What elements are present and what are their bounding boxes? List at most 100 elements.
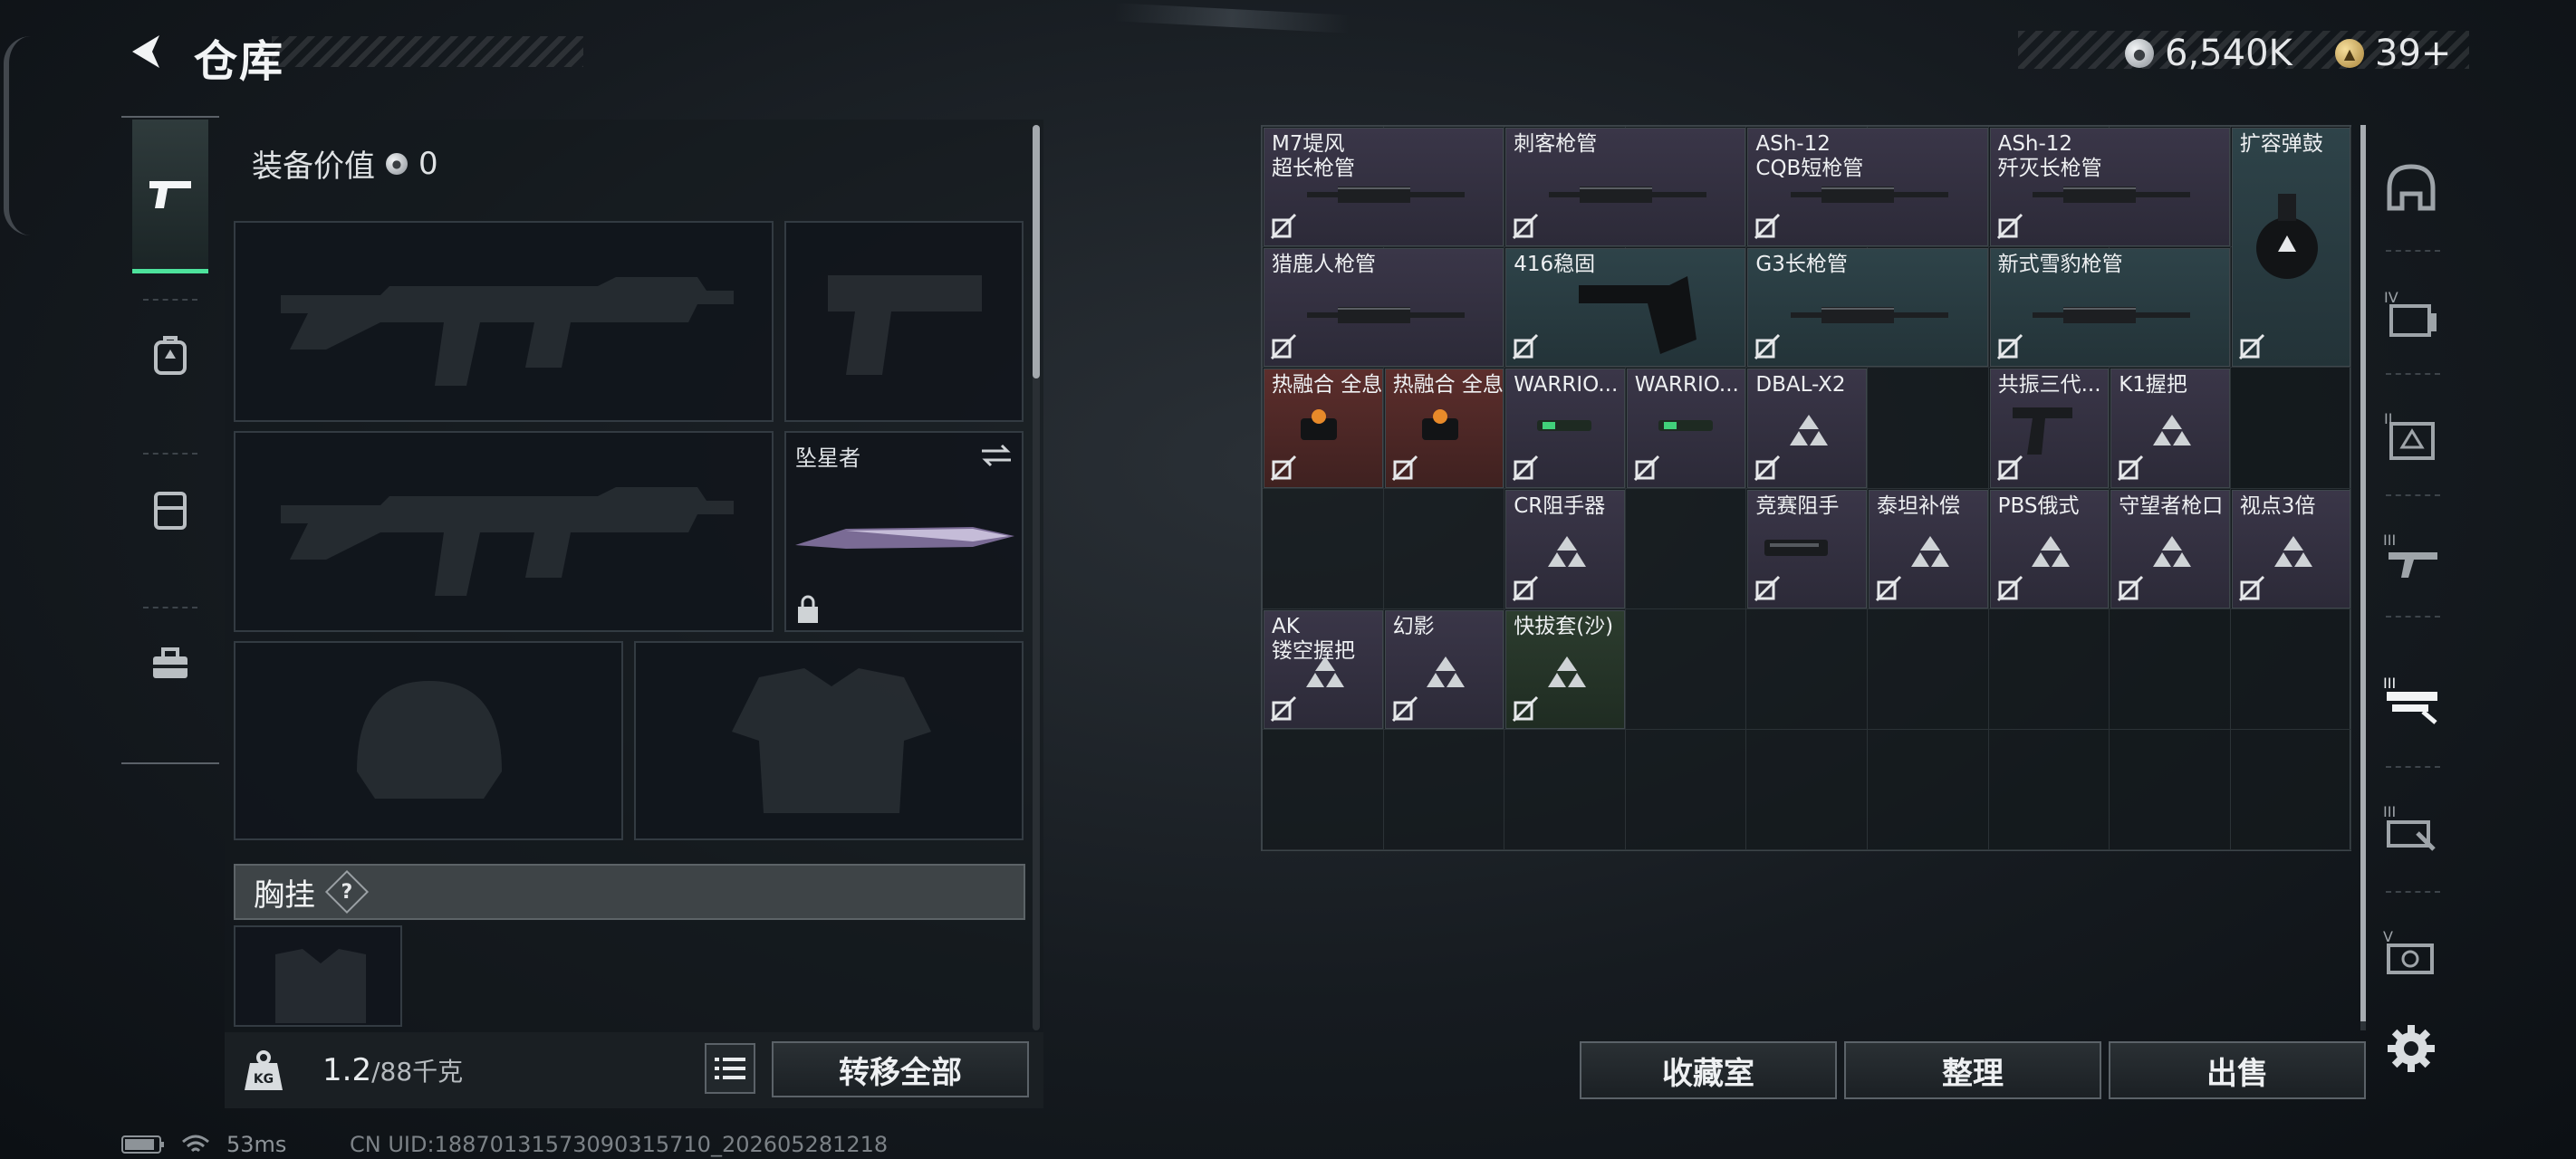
right-tab-tier5-gun[interactable]: V bbox=[2373, 915, 2449, 991]
equipment-value-label: 装备价值 bbox=[252, 148, 375, 185]
item-name: ASh-12 CQB短枪管 bbox=[1755, 132, 1864, 180]
inventory-item[interactable]: 新式雪豹枪管 bbox=[1989, 248, 2230, 368]
item-name: PBS俄式 bbox=[1997, 493, 2080, 518]
inventory-cell[interactable] bbox=[1625, 488, 1747, 609]
secondary-weapon-slot[interactable] bbox=[234, 431, 774, 632]
barrel-icon bbox=[2033, 187, 2191, 203]
inventory-cell[interactable] bbox=[2230, 368, 2352, 489]
organize-button[interactable]: 整理 bbox=[1844, 1041, 2101, 1099]
inventory-cell[interactable] bbox=[2110, 608, 2231, 730]
right-tab-tier2-container[interactable]: II bbox=[2373, 397, 2449, 473]
right-tab-tier3-attachment[interactable]: III bbox=[2373, 661, 2449, 737]
sell-button[interactable]: 出售 bbox=[2109, 1041, 2366, 1099]
swap-icon[interactable] bbox=[978, 442, 1014, 469]
inventory-item[interactable]: 热融合 全息 bbox=[1264, 369, 1383, 488]
inventory-item[interactable]: 猎鹿人枪管 bbox=[1264, 248, 1504, 368]
inventory-cell[interactable] bbox=[1868, 368, 1989, 489]
inventory-cell[interactable] bbox=[1625, 608, 1747, 730]
inventory-item[interactable]: 扩容弹鼓 bbox=[2231, 128, 2351, 368]
tab-vest[interactable] bbox=[132, 433, 208, 587]
unlocked-icon bbox=[1633, 455, 1659, 481]
inventory-item[interactable]: 416稳固 bbox=[1505, 248, 1746, 368]
inventory-item[interactable]: K1握把 bbox=[2110, 369, 2230, 488]
unlocked-icon bbox=[1996, 575, 2023, 601]
inventory-cell[interactable] bbox=[2230, 608, 2352, 730]
primary-weapon-slot[interactable] bbox=[234, 221, 774, 422]
silver-currency[interactable]: ● 6,540K bbox=[2125, 33, 2292, 74]
inventory-item[interactable]: WARRIO... bbox=[1505, 369, 1625, 488]
inventory-cell[interactable] bbox=[2110, 730, 2231, 851]
chest-rig-slot[interactable] bbox=[234, 925, 402, 1027]
helmet-icon bbox=[2387, 164, 2436, 211]
inventory-cell[interactable] bbox=[1504, 730, 1626, 851]
unlocked-icon bbox=[1513, 575, 1539, 601]
tab-toolbox[interactable] bbox=[132, 587, 208, 741]
inventory-item[interactable]: 共振三代... bbox=[1989, 369, 2110, 488]
inventory-cell[interactable] bbox=[1988, 608, 2110, 730]
inventory-cell[interactable] bbox=[1383, 730, 1505, 851]
tier-label: IV bbox=[2384, 289, 2398, 306]
weight-readout: 1.2/88千克 bbox=[322, 1052, 463, 1088]
inventory-item[interactable]: CR阻手器 bbox=[1505, 489, 1625, 608]
item-name: 热融合 全息 bbox=[1392, 373, 1504, 398]
right-scroll-thumb[interactable] bbox=[2360, 125, 2366, 1021]
gold-currency[interactable]: ▲ 39+ bbox=[2335, 33, 2451, 74]
inventory-item[interactable]: 热融合 全息 bbox=[1384, 369, 1504, 488]
inventory-cell[interactable] bbox=[1988, 730, 2110, 851]
inventory-cell[interactable] bbox=[1263, 730, 1384, 851]
inventory-item[interactable]: AK 镂空握把 bbox=[1264, 609, 1383, 729]
inventory-item[interactable]: 视点3倍 bbox=[2231, 489, 2351, 608]
inventory-cell[interactable] bbox=[1868, 730, 1989, 851]
tier-label: III bbox=[2383, 532, 2396, 549]
right-tab-tier3-gun[interactable]: III bbox=[2373, 518, 2449, 594]
inventory-item[interactable]: 泰坦补偿 bbox=[1869, 489, 1988, 608]
inventory-item[interactable]: 竞赛阻手 bbox=[1747, 489, 1867, 608]
unlocked-icon bbox=[1996, 214, 2023, 240]
item-name: 刺客枪管 bbox=[1514, 132, 1598, 156]
inventory-cell[interactable] bbox=[1868, 608, 1989, 730]
item-name: M7堤风 超长枪管 bbox=[1272, 132, 1355, 180]
collection-room-button[interactable]: 收藏室 bbox=[1580, 1041, 1837, 1099]
helmet-slot[interactable] bbox=[234, 641, 623, 840]
tab-backpack[interactable] bbox=[132, 279, 208, 433]
page-title: 仓库 bbox=[194, 36, 285, 87]
inventory-item[interactable]: 守望者枪口 bbox=[2110, 489, 2230, 608]
unlocked-icon bbox=[1996, 334, 2023, 360]
list-view-button[interactable] bbox=[705, 1043, 755, 1094]
equipment-scroll-thumb[interactable] bbox=[1033, 125, 1040, 378]
transfer-all-button[interactable]: 转移全部 bbox=[772, 1041, 1029, 1097]
inventory-item[interactable]: 刺客枪管 bbox=[1505, 128, 1746, 247]
inventory-item[interactable]: DBAL-X2 bbox=[1747, 369, 1867, 488]
tier3-tool-icon: III bbox=[2383, 803, 2436, 851]
inventory-item[interactable]: WARRIO... bbox=[1626, 369, 1746, 488]
item-name: 共振三代... bbox=[1997, 373, 2101, 398]
tab-weapons[interactable] bbox=[132, 120, 208, 273]
tab-divider bbox=[2386, 616, 2440, 618]
silver-amount: 6,540K bbox=[2165, 33, 2292, 74]
inventory-cell[interactable] bbox=[1746, 608, 1868, 730]
inventory-cell[interactable] bbox=[1383, 488, 1505, 609]
silver-coin-icon: ● bbox=[2125, 39, 2154, 68]
inventory-item[interactable]: 快拔套(沙) bbox=[1505, 609, 1625, 729]
inventory-item[interactable]: G3长枪管 bbox=[1747, 248, 1988, 368]
sidearm-slot[interactable] bbox=[784, 221, 1024, 422]
inventory-item[interactable]: ASh-12 CQB短枪管 bbox=[1747, 128, 1988, 247]
inventory-cell[interactable] bbox=[2230, 730, 2352, 851]
inventory-item[interactable]: PBS俄式 bbox=[1989, 489, 2110, 608]
background-arc bbox=[4, 36, 31, 235]
inventory-cell[interactable] bbox=[1263, 488, 1384, 609]
rarity-triangles-icon bbox=[1305, 656, 1344, 687]
inventory-item[interactable]: M7堤风 超长枪管 bbox=[1264, 128, 1504, 247]
help-button[interactable]: ? bbox=[324, 869, 370, 915]
inventory-item[interactable]: ASh-12 歼灭长枪管 bbox=[1989, 128, 2230, 247]
inventory-cell[interactable] bbox=[1746, 730, 1868, 851]
inventory-item[interactable]: 幻影 bbox=[1384, 609, 1504, 729]
inventory-cell[interactable] bbox=[1625, 730, 1747, 851]
melee-slot[interactable]: 坠星者 bbox=[784, 431, 1024, 632]
settings-gear-icon[interactable] bbox=[2384, 1021, 2438, 1076]
right-tab-helmet[interactable] bbox=[2373, 150, 2449, 226]
right-tab-tier3-tool[interactable]: III bbox=[2373, 790, 2449, 866]
right-tab-tier4-container[interactable]: IV bbox=[2373, 275, 2449, 351]
back-button[interactable] bbox=[123, 29, 167, 74]
armor-slot[interactable] bbox=[634, 641, 1024, 840]
